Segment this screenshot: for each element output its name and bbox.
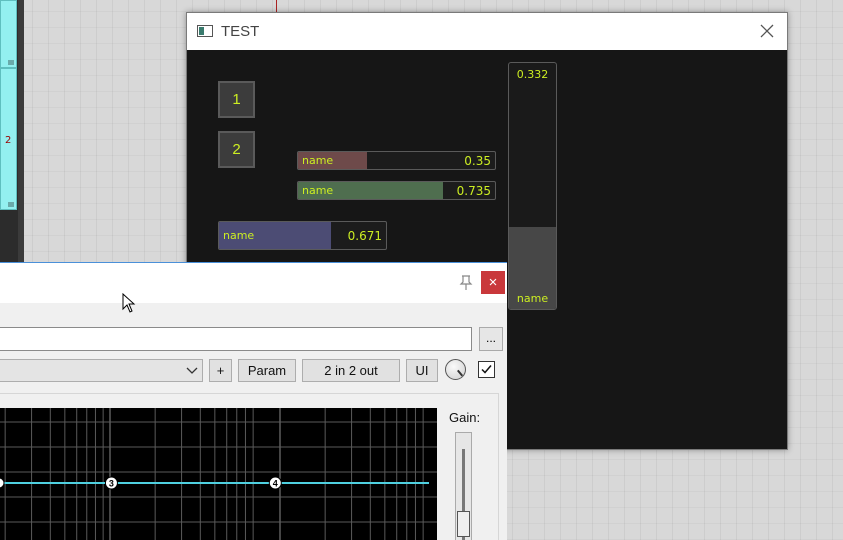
button-2[interactable]: 2 [218,131,255,168]
slider-label: name [302,184,334,197]
preset-dropdown[interactable] [0,359,203,382]
button-1[interactable]: 1 [218,81,255,118]
vertical-slider-value: 0.332 [516,68,549,81]
param-button[interactable]: Param [238,359,296,382]
name-slider-3[interactable]: name 0.671 [218,221,387,250]
test-window-titlebar[interactable]: TEST [187,13,787,50]
pin-icon[interactable] [458,275,474,291]
test-window-title: TEST [221,23,260,40]
window-app-icon [197,25,213,37]
button-1-label: 1 [232,91,241,108]
track-item-1[interactable] [0,0,17,68]
bypass-checkbox[interactable] [478,361,495,378]
checkmark-icon [481,365,492,374]
name-slider-1[interactable]: name 0.35 [297,151,496,170]
button-2-label: 2 [232,141,241,158]
eq-band-label: 3 [109,479,114,489]
eq-band-label: 4 [273,479,278,489]
close-icon[interactable] [755,20,779,44]
gain-slider-thumb[interactable] [457,511,470,537]
eq-band-node-4[interactable]: 4 [268,476,282,490]
eq-band-node-3[interactable]: 3 [104,476,118,490]
plugin-path-field[interactable] [0,327,472,351]
io-routing-button[interactable]: 2 in 2 out [302,359,400,382]
track-number: 2 [5,135,12,146]
track-item-2[interactable]: 2 [0,68,17,210]
vertical-slider-label: name [516,292,549,305]
browse-button[interactable]: ... [479,327,503,351]
eq-band-node[interactable] [0,477,5,489]
slider-label: name [223,229,255,242]
eq-graph[interactable]: 34 [0,408,437,540]
slider-value: 0.35 [464,154,491,168]
playhead-marker [276,0,277,12]
slider-value: 0.671 [347,229,382,243]
panel-divider[interactable] [18,0,24,262]
gain-label: Gain: [449,410,481,425]
track-item-marker [8,202,14,207]
mouse-cursor-icon [122,292,136,313]
plugin-window: × ... + Param 2 in 2 out UI 34 Gain: [0,262,507,540]
gain-slider[interactable] [455,432,472,540]
add-preset-button[interactable]: + [209,359,232,382]
slider-label: name [302,154,334,167]
wet-knob[interactable] [445,359,466,380]
name-slider-2[interactable]: name 0.735 [297,181,496,200]
chevron-down-icon [186,363,198,377]
plugin-close-button[interactable]: × [481,271,505,294]
track-item-marker [8,60,14,65]
slider-value: 0.735 [456,184,491,198]
plugin-window-titlebar[interactable]: × [0,263,507,303]
eq-graph-canvas: 34 [0,408,437,540]
vertical-name-slider[interactable]: 0.332 name [508,62,557,310]
ui-button[interactable]: UI [406,359,438,382]
